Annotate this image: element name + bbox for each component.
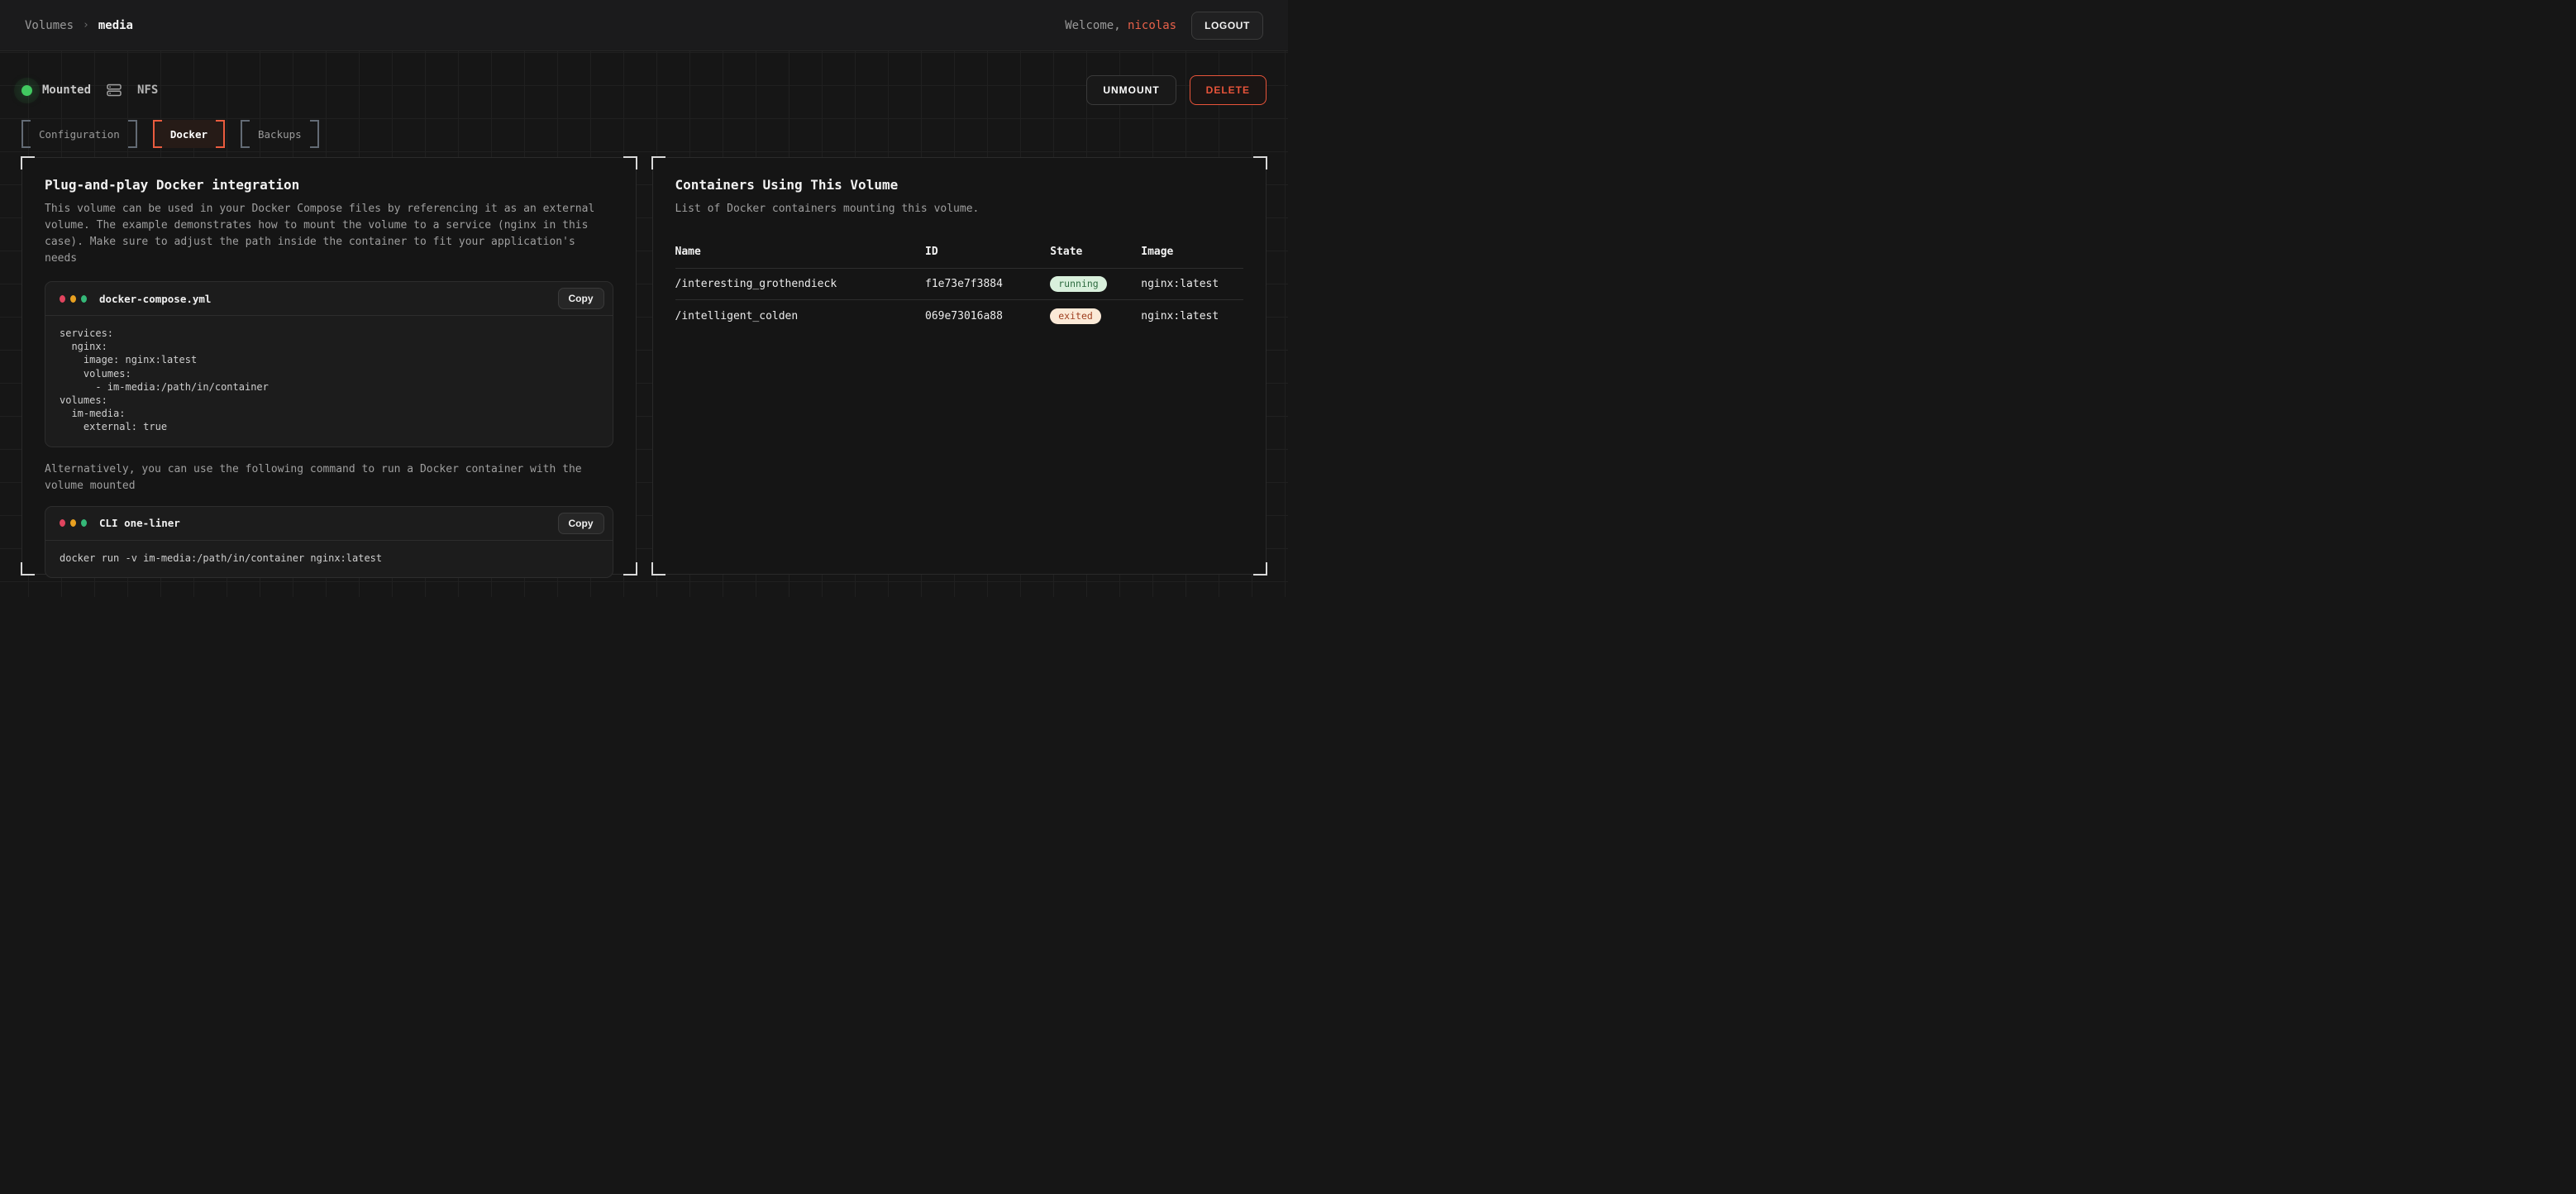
containers-table: Name ID State Image /interesting_grothen…: [675, 241, 1244, 332]
tab-configuration[interactable]: Configuration: [21, 120, 137, 148]
panel-corner-icon: [651, 156, 665, 170]
container-image: nginx:latest: [1141, 278, 1243, 290]
traffic-lights-icon: [60, 519, 87, 527]
traffic-light-red-icon: [60, 519, 65, 527]
main-content: Mounted NFS UNMOUNT DELETE Configuration…: [0, 51, 1288, 597]
docker-panel-description: This volume can be used in your Docker C…: [45, 201, 613, 267]
tab-docker[interactable]: Docker: [153, 120, 225, 148]
panel-corner-icon: [1253, 156, 1267, 170]
welcome-prefix: Welcome,: [1065, 19, 1128, 32]
compose-code-header: docker-compose.yml Copy: [45, 282, 613, 316]
panel-corner-icon: [1253, 562, 1267, 576]
cli-filename: CLI one-liner: [99, 517, 180, 529]
mounted-status-dot-icon: [21, 85, 32, 96]
panel-row: Plug-and-play Docker integration This vo…: [21, 157, 1267, 575]
volume-status: Mounted NFS: [21, 84, 158, 97]
container-name: /intelligent_colden: [675, 310, 926, 322]
traffic-light-yellow-icon: [70, 519, 76, 527]
logout-button[interactable]: LOGOUT: [1191, 12, 1263, 40]
container-id: f1e73e7f3884: [925, 278, 1050, 290]
containers-panel: Containers Using This Volume List of Doc…: [652, 157, 1267, 575]
column-header-state: State: [1050, 246, 1141, 258]
copy-cli-button[interactable]: Copy: [558, 513, 604, 534]
container-id: 069e73016a88: [925, 310, 1050, 322]
volume-actions: UNMOUNT DELETE: [1086, 75, 1267, 105]
panel-corner-icon: [623, 156, 637, 170]
cli-code-block: CLI one-liner Copy docker run -v im-medi…: [45, 506, 613, 578]
table-row: /interesting_grothendieck f1e73e7f3884 r…: [675, 269, 1244, 300]
docker-integration-panel: Plug-and-play Docker integration This vo…: [21, 157, 637, 575]
panel-corner-icon: [21, 562, 35, 576]
traffic-lights-icon: [60, 295, 87, 303]
containers-panel-subtitle: List of Docker containers mounting this …: [675, 201, 1244, 217]
compose-code-block: docker-compose.yml Copy services: nginx:…: [45, 281, 613, 447]
container-image: nginx:latest: [1141, 310, 1243, 322]
compose-filename: docker-compose.yml: [99, 293, 211, 305]
column-header-image: Image: [1141, 246, 1243, 258]
delete-button[interactable]: DELETE: [1190, 75, 1267, 105]
traffic-light-green-icon: [81, 519, 87, 527]
top-bar: Volumes › media Welcome, nicolas LOGOUT: [0, 0, 1288, 51]
breadcrumb-current-volume: media: [98, 19, 133, 32]
mounted-status-label: Mounted: [42, 84, 91, 97]
panel-corner-icon: [21, 156, 35, 170]
username: nicolas: [1128, 19, 1176, 32]
breadcrumb: Volumes › media: [25, 19, 133, 32]
unmount-button[interactable]: UNMOUNT: [1086, 75, 1176, 105]
compose-code-content: services: nginx: image: nginx:latest vol…: [45, 316, 613, 447]
status-badge: running: [1050, 276, 1106, 292]
status-badge: exited: [1050, 308, 1101, 324]
column-header-name: Name: [675, 246, 926, 258]
server-stack-icon: [107, 84, 122, 97]
column-header-id: ID: [925, 246, 1050, 258]
breadcrumb-volumes-link[interactable]: Volumes: [25, 19, 74, 32]
tab-bar: Configuration Docker Backups: [21, 120, 1267, 148]
tab-backups[interactable]: Backups: [241, 120, 319, 148]
copy-compose-button[interactable]: Copy: [558, 288, 604, 309]
top-bar-right: Welcome, nicolas LOGOUT: [1065, 12, 1263, 40]
traffic-light-yellow-icon: [70, 295, 76, 303]
table-row: /intelligent_colden 069e73016a88 exited …: [675, 300, 1244, 332]
chevron-right-icon: ›: [83, 19, 89, 31]
traffic-light-green-icon: [81, 295, 87, 303]
cli-code-header: CLI one-liner Copy: [45, 507, 613, 541]
filesystem-type-label: NFS: [137, 84, 158, 97]
panel-corner-icon: [651, 562, 665, 576]
cli-code-content: docker run -v im-media:/path/in/containe…: [45, 541, 613, 577]
docker-panel-title: Plug-and-play Docker integration: [45, 177, 613, 193]
traffic-light-red-icon: [60, 295, 65, 303]
container-name: /interesting_grothendieck: [675, 278, 926, 290]
containers-panel-title: Containers Using This Volume: [675, 177, 1244, 193]
status-row: Mounted NFS UNMOUNT DELETE: [21, 51, 1267, 105]
welcome-text: Welcome, nicolas: [1065, 19, 1176, 32]
cli-intro-text: Alternatively, you can use the following…: [45, 461, 613, 494]
table-header-row: Name ID State Image: [675, 241, 1244, 269]
panel-corner-icon: [623, 562, 637, 576]
